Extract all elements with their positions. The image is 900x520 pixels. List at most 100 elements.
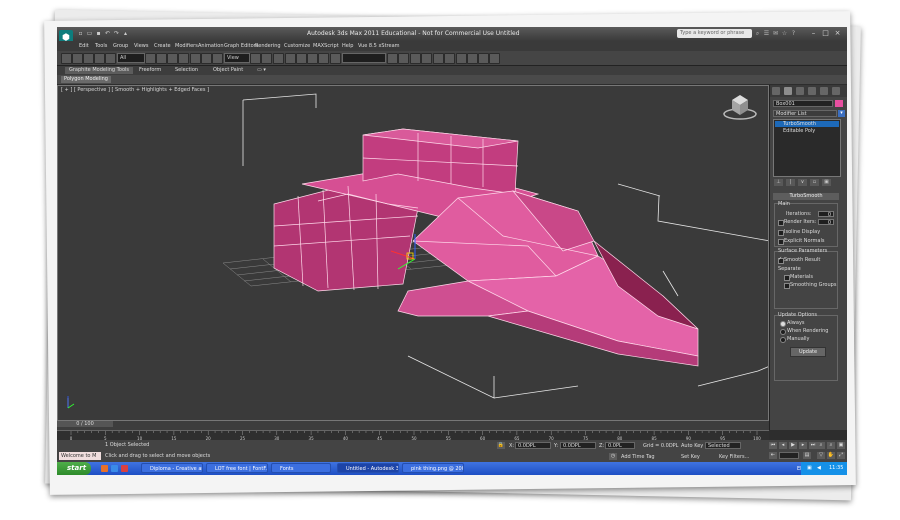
material-editor-icon[interactable] [456,53,467,64]
select-rotate-icon[interactable] [201,53,212,64]
tab-selection[interactable]: Selection [171,67,202,74]
select-by-name-icon[interactable] [156,53,167,64]
maximize-button[interactable]: □ [821,29,830,38]
maxscript-listener[interactable]: Welcome to M [59,452,101,460]
menu-modifiers[interactable]: Modifiers [175,43,198,49]
key-filters-button[interactable]: Key Filters... [719,454,749,460]
curve-editor-icon[interactable] [433,53,444,64]
task-fontfile[interactable]: LOT free font | FontF... [206,463,268,473]
menu-views[interactable]: Views [134,43,148,49]
window-crossing-icon[interactable] [178,53,189,64]
configure-modifier-sets-icon[interactable]: ▣ [822,179,831,186]
hierarchy-tab-icon[interactable] [796,87,804,95]
tab-object-paint[interactable]: Object Paint [209,67,247,74]
media-icon[interactable] [121,465,128,472]
rendered-frame-icon[interactable] [478,53,489,64]
select-object-icon[interactable] [145,53,156,64]
field-of-view-icon[interactable]: ▽ [817,452,825,459]
menu-graph-editors[interactable]: Graph Editors [224,43,258,49]
add-time-tag[interactable]: Add Time Tag [621,454,655,460]
when-rendering-radio[interactable] [780,329,786,335]
bind-space-warp-icon[interactable] [105,53,116,64]
key-mode-icon[interactable]: ⇤ [769,452,777,459]
menu-animation[interactable]: Animation [198,43,224,49]
menu-edit[interactable]: Edit [79,43,89,49]
render-setup-icon[interactable] [467,53,478,64]
undo-tool-icon[interactable] [61,53,72,64]
remove-modifier-icon[interactable]: ▫ [810,179,819,186]
always-radio[interactable] [780,321,786,327]
make-unique-icon[interactable]: ∨ [798,179,807,186]
time-tag-icon[interactable]: ◷ [609,453,617,460]
keyboard-shortcut-icon[interactable] [273,53,284,64]
go-to-end-icon[interactable]: ⏭ [809,442,817,449]
close-button[interactable]: × [833,29,842,38]
turbosmooth-rollout-header[interactable]: TurboSmooth [773,193,839,200]
redo-icon[interactable]: ↷ [113,30,120,37]
menu-maxscript[interactable]: MAXScript [313,43,339,49]
object-color-swatch[interactable] [835,100,843,107]
menu-customize[interactable]: Customize [284,43,310,49]
create-tab-icon[interactable] [772,87,780,95]
chevron-down-icon[interactable]: ▾ [838,110,845,117]
auto-key-button[interactable]: Auto Key [681,443,703,449]
maximize-viewport-icon[interactable]: ⤢ [837,452,845,459]
snaps-toggle-icon[interactable] [285,53,296,64]
graphite-toggle-icon[interactable] [421,53,432,64]
current-frame-field[interactable] [779,452,799,459]
firefox-icon[interactable] [101,465,108,472]
open-file-icon[interactable]: ▭ [86,30,93,37]
time-config-icon[interactable]: ▤ [803,452,811,459]
pivot-center-icon[interactable] [250,53,261,64]
ref-coord-dropdown[interactable]: View [224,53,250,63]
select-move-icon[interactable] [190,53,201,64]
communication-icon[interactable]: ✉ [772,30,779,37]
ie-icon[interactable] [111,465,118,472]
named-selection-sets-dropdown[interactable] [342,53,386,63]
tray-network-icon[interactable]: ▣ [807,462,812,475]
hold-icon[interactable]: ▴ [122,30,129,37]
previous-frame-icon[interactable]: ◂ [779,442,787,449]
tab-graphite-modeling-tools[interactable]: Graphite Modeling Tools [65,67,134,74]
play-icon[interactable]: ▶ [789,442,797,449]
redo-tool-icon[interactable] [72,53,83,64]
iterations-spinner[interactable]: 0 [818,211,834,218]
favorites-icon[interactable]: ☆ [781,30,788,37]
menu-vue-xstream[interactable]: Vue 8.5 xStream [358,43,400,49]
y-coordinate-field[interactable]: 0.0DPL [560,442,596,449]
edit-named-sets-icon[interactable] [330,53,341,64]
render-iters-spinner[interactable]: 0 [818,219,834,226]
menu-create[interactable]: Create [154,43,171,49]
undo-icon[interactable]: ↶ [104,30,111,37]
menu-help[interactable]: Help [342,43,353,49]
stack-item-turbosmooth[interactable]: TurboSmooth [775,121,839,127]
manually-radio[interactable] [780,337,786,343]
show-end-result-icon[interactable]: | [786,179,795,186]
schematic-view-icon[interactable] [444,53,455,64]
object-name-field[interactable]: Box001 [773,100,833,107]
help-icon[interactable]: ? [790,30,797,37]
modifier-list-dropdown[interactable]: Modifier List [773,110,837,117]
task-diploma[interactable]: Diploma - Creative an... [141,463,203,473]
modify-tab-icon[interactable] [784,87,792,95]
save-icon[interactable]: ▪ [95,30,102,37]
percent-snap-icon[interactable] [307,53,318,64]
pan-icon[interactable]: ✋ [827,452,835,459]
search-input[interactable]: Type a keyword or phrase [677,29,752,38]
rect-selection-icon[interactable] [167,53,178,64]
next-frame-icon[interactable]: ▸ [799,442,807,449]
perspective-viewport[interactable]: [ + ] [ Perspective ] [ Smooth + Highlig… [57,85,769,421]
pin-stack-icon[interactable]: ⊥ [774,179,783,186]
tab-freeform[interactable]: Freeform [135,67,165,74]
unlink-icon[interactable] [94,53,105,64]
zoom-icon[interactable]: ⌕ [817,442,825,449]
menu-rendering[interactable]: Rendering [255,43,281,49]
ribbon-options-icon[interactable]: ▭ ▾ [253,67,270,74]
time-slider[interactable]: 0 / 100 [57,421,113,427]
selection-filter-dropdown[interactable]: All [117,53,145,63]
select-manipulate-icon[interactable] [261,53,272,64]
new-file-icon[interactable]: ▫ [77,30,84,37]
task-fonts[interactable]: Fonts [271,463,331,473]
task-photoshop[interactable]: pink thing.png @ 200... [402,463,464,473]
search-icon[interactable]: ⌕ [754,30,761,37]
